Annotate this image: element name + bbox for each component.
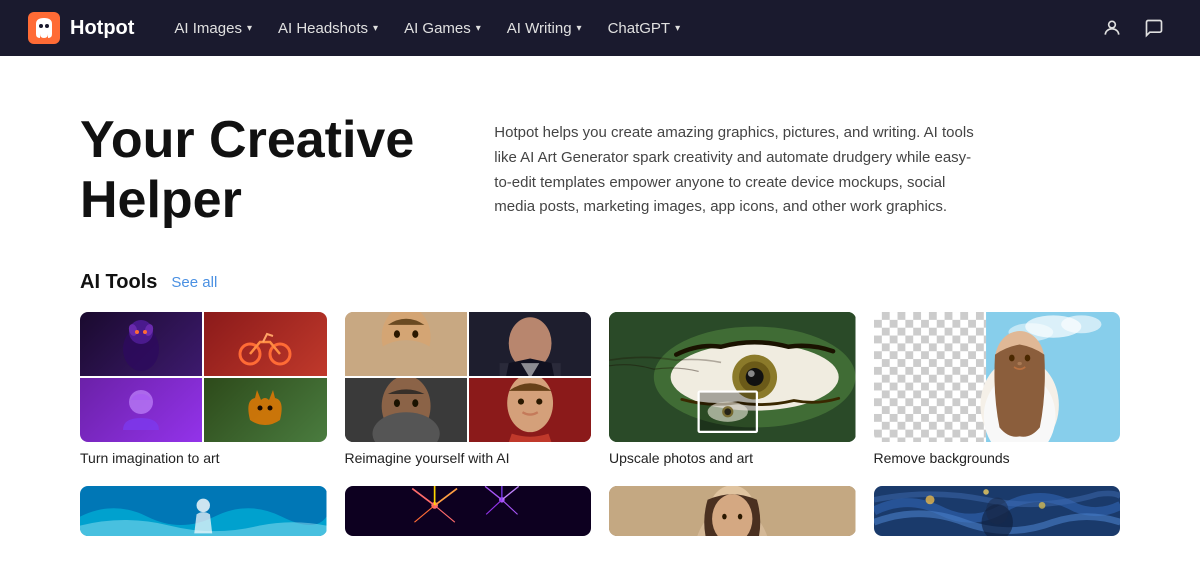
tool-card-art-image (80, 312, 327, 442)
headshot-cell-1 (345, 312, 467, 376)
hero-title-block: Your Creative Helper (80, 111, 414, 231)
motorcycle-art-icon (235, 314, 295, 374)
vintage-woman-image (609, 486, 856, 536)
nav-item-ai-images[interactable]: AI Images ▾ (162, 12, 264, 45)
removebg-woman-image (874, 312, 1121, 442)
user-icon-btn[interactable] (1094, 10, 1130, 46)
headshot-cell-4 (469, 378, 591, 442)
hero-description: Hotpot helps you create amazing graphics… (494, 111, 984, 220)
tool-card-vintage-image (609, 486, 856, 536)
nav-ai-images-chevron: ▾ (247, 23, 252, 34)
art-cell-1 (80, 312, 202, 376)
tools-section: AI Tools See all (0, 261, 1200, 564)
tool-card-headshots-label: Reimagine yourself with AI (345, 450, 510, 466)
chat-icon-btn[interactable] (1136, 10, 1172, 46)
art-cell-2 (204, 312, 326, 376)
nav-ai-writing-label: AI Writing (507, 20, 572, 37)
tool-card-upscale-label: Upscale photos and art (609, 450, 753, 466)
tools-header: AI Tools See all (80, 271, 1120, 294)
upscale-eye-image (609, 312, 856, 442)
tool-card-art[interactable]: Turn imagination to art (80, 312, 327, 468)
animal-art-icon (235, 380, 295, 440)
hero-section: Your Creative Helper Hotpot helps you cr… (0, 56, 1200, 261)
nav-items: AI Images ▾ AI Headshots ▾ AI Games ▾ AI… (162, 12, 1094, 45)
tool-card-ocean[interactable] (80, 486, 327, 544)
nav-item-ai-games[interactable]: AI Games ▾ (392, 12, 493, 45)
nav-item-ai-headshots[interactable]: AI Headshots ▾ (266, 12, 390, 45)
nav-chatgpt-chevron: ▾ (675, 23, 680, 34)
ocean-wave-image (80, 486, 327, 536)
nav-right (1094, 10, 1172, 46)
headshot-man-icon (469, 312, 591, 376)
hero-title-line1: Your Creative (80, 111, 414, 169)
nav-ai-games-label: AI Games (404, 20, 471, 37)
tool-card-vangogh[interactable] (874, 486, 1121, 544)
nav-item-ai-writing[interactable]: AI Writing ▾ (495, 12, 594, 45)
portrait-art-icon (111, 380, 171, 440)
brand-link[interactable]: Hotpot (28, 12, 134, 44)
art-cell-3 (80, 378, 202, 442)
tool-card-vangogh-image (874, 486, 1121, 536)
headshot-woman1-icon (345, 312, 467, 376)
nav-ai-images-label: AI Images (174, 20, 242, 37)
tool-card-removebg-image (874, 312, 1121, 442)
fireworks-image (345, 486, 592, 536)
tool-card-upscale-image (609, 312, 856, 442)
nav-ai-headshots-chevron: ▾ (373, 23, 378, 34)
tool-card-upscale[interactable]: Upscale photos and art (609, 312, 856, 468)
navbar: Hotpot AI Images ▾ AI Headshots ▾ AI Gam… (0, 0, 1200, 56)
hero-title: Your Creative Helper (80, 111, 414, 231)
creature-art-icon (111, 314, 171, 374)
tools-grid-row1: Turn imagination to art (80, 312, 1120, 468)
chat-icon (1144, 18, 1164, 38)
headshot-hero-icon (469, 378, 591, 442)
nav-ai-games-chevron: ▾ (476, 23, 481, 34)
tool-card-ocean-image (80, 486, 327, 536)
brand-name: Hotpot (70, 17, 134, 40)
brand-logo-icon (28, 12, 60, 44)
nav-item-chatgpt[interactable]: ChatGPT ▾ (596, 12, 693, 45)
tools-heading: AI Tools (80, 271, 157, 294)
headshot-cell-2 (469, 312, 591, 376)
nav-ai-writing-chevron: ▾ (577, 23, 582, 34)
art-cell-4 (204, 378, 326, 442)
tool-card-art-label: Turn imagination to art (80, 450, 220, 466)
tool-card-headshots[interactable]: Reimagine yourself with AI (345, 312, 592, 468)
vangogh-painting-image (874, 486, 1121, 536)
tool-card-headshots-image (345, 312, 592, 442)
tool-card-removebg[interactable]: Remove backgrounds (874, 312, 1121, 468)
tool-card-fireworks[interactable] (345, 486, 592, 544)
tool-card-fireworks-image (345, 486, 592, 536)
headshot-older-man-icon (345, 378, 467, 442)
tools-grid-row2 (80, 486, 1120, 544)
headshot-cell-3 (345, 378, 467, 442)
user-icon (1102, 18, 1122, 38)
tool-card-removebg-label: Remove backgrounds (874, 450, 1010, 466)
hero-title-line2: Helper (80, 171, 242, 229)
tool-card-vintage[interactable] (609, 486, 856, 544)
nav-chatgpt-label: ChatGPT (608, 20, 671, 37)
see-all-link[interactable]: See all (171, 274, 217, 291)
nav-ai-headshots-label: AI Headshots (278, 20, 368, 37)
